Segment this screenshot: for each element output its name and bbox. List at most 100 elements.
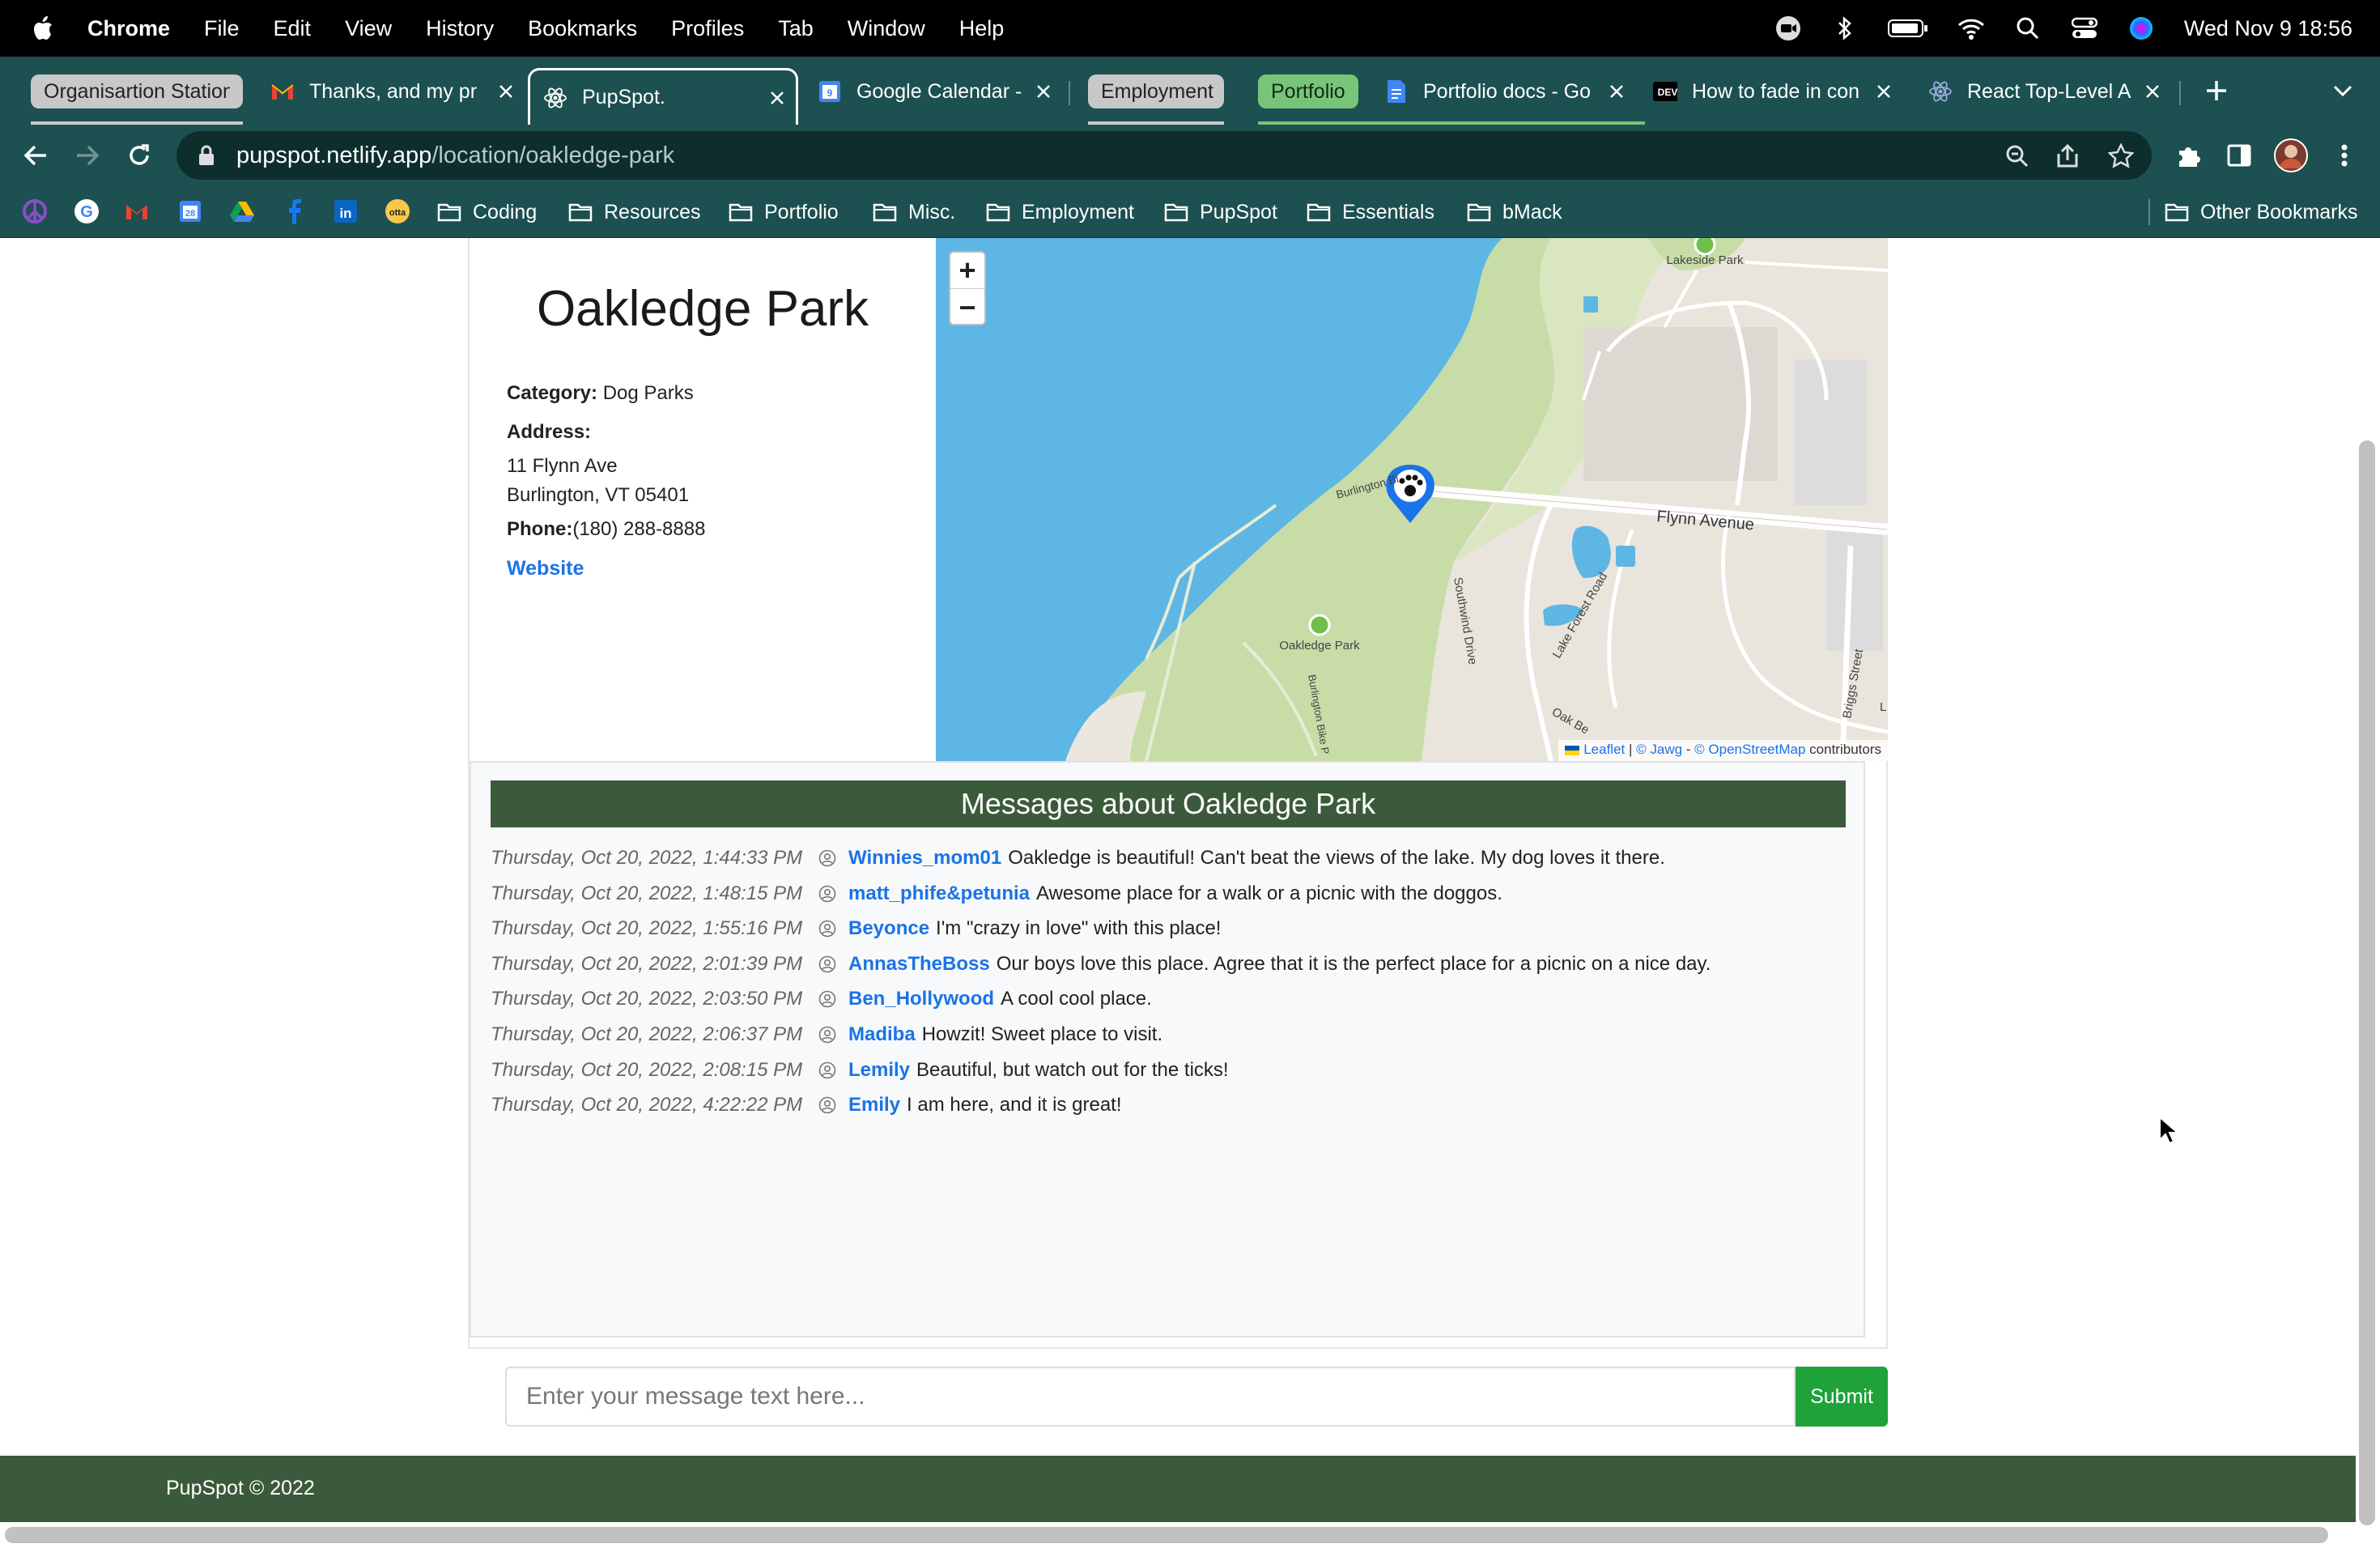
macos-menu-bar: Chrome File Edit View History Bookmarks … [0, 0, 2380, 57]
tab-group-employment[interactable]: Employment [1088, 74, 1224, 108]
forward-arrow-icon[interactable] [70, 138, 105, 173]
bookmark-folder-resources[interactable]: Resources [568, 194, 701, 230]
facebook-bookmark-icon[interactable] [280, 198, 308, 225]
menu-file[interactable]: File [204, 16, 240, 41]
menu-profiles[interactable]: Profiles [671, 16, 744, 41]
address-url[interactable]: pupspot.netlify.app/location/oakledge-pa… [236, 142, 674, 169]
control-center-icon[interactable] [2071, 15, 2098, 42]
message-username-link[interactable]: Ben_Hollywood [848, 988, 994, 1010]
share-icon[interactable] [2055, 143, 2080, 169]
message-input[interactable] [505, 1367, 1796, 1427]
message-username-link[interactable]: Emily [848, 1094, 900, 1116]
menu-help[interactable]: Help [959, 16, 1005, 41]
close-tab-icon[interactable] [1872, 79, 1896, 104]
chrome-menu-kebab-icon[interactable] [2327, 138, 2362, 173]
map-tiles[interactable]: Lakeside Park Flynn Avenue Burlington Bi… [936, 238, 1888, 761]
location-map[interactable]: Lakeside Park Flynn Avenue Burlington Bi… [936, 238, 1888, 761]
menu-history[interactable]: History [426, 16, 494, 41]
battery-icon[interactable] [1887, 15, 1928, 42]
bookmark-folder-essentials[interactable]: Essentials [1307, 194, 1434, 230]
tab-gmail[interactable]: Thanks, and my pr [257, 68, 525, 115]
close-tab-icon[interactable] [2140, 79, 2165, 104]
zoom-status-icon[interactable] [1774, 15, 1802, 42]
map-zoom-in-button[interactable]: + [950, 253, 984, 289]
google-calendar-bookmark-icon[interactable]: 28 [176, 198, 204, 225]
message-username-link[interactable]: matt_phife&petunia [848, 882, 1030, 905]
google-drive-bookmark-icon[interactable] [228, 198, 256, 225]
leaflet-link[interactable]: Leaflet [1583, 742, 1625, 757]
message-username-link[interactable]: Beyonce [848, 917, 929, 940]
back-arrow-icon[interactable] [18, 138, 53, 173]
linkedin-bookmark-icon[interactable]: in [332, 198, 359, 225]
menu-edit[interactable]: Edit [274, 16, 312, 41]
svg-text:DEV: DEV [1658, 87, 1677, 98]
wifi-icon[interactable] [1957, 15, 1985, 42]
svg-text:in: in [339, 206, 351, 221]
message-text: Beautiful, but watch out for the ticks! [916, 1058, 1229, 1081]
lock-icon[interactable] [194, 143, 219, 168]
tab-pupspot[interactable]: PupSpot. [528, 68, 798, 125]
siri-icon[interactable] [2127, 15, 2155, 42]
location-title: Oakledge Park [536, 281, 869, 337]
otta-bookmark-icon[interactable]: otta [384, 198, 411, 225]
spotlight-search-icon[interactable] [2014, 15, 2042, 42]
gmail-bookmark-icon[interactable] [123, 198, 151, 225]
openstreetmap-link[interactable]: © OpenStreetMap [1694, 742, 1805, 757]
bookmark-folder-pupspot[interactable]: PupSpot [1164, 194, 1277, 230]
message-username-link[interactable]: Lemily [848, 1059, 910, 1082]
bookmark-folder-portfolio[interactable]: Portfolio [729, 194, 839, 230]
phone-label: Phone: [507, 518, 573, 540]
horizontal-scrollbar[interactable] [5, 1527, 2328, 1543]
message-username-link[interactable]: Winnies_mom01 [848, 847, 1001, 870]
bookmark-folder-other[interactable]: Other Bookmarks [2165, 194, 2358, 230]
tab-title: Portfolio docs - Go [1423, 79, 1592, 103]
menu-bar-clock[interactable]: Wed Nov 9 18:56 [2184, 16, 2352, 41]
profile-avatar[interactable] [2273, 138, 2309, 173]
google-bookmark-icon[interactable]: G [73, 198, 100, 225]
bookmark-star-icon[interactable] [2108, 143, 2134, 169]
menu-window[interactable]: Window [848, 16, 925, 41]
bluetooth-icon[interactable] [1831, 15, 1859, 42]
oakledge-park-pin[interactable] [1308, 614, 1331, 636]
tab-google-calendar[interactable]: 9 Google Calendar - [805, 68, 1062, 115]
lakeside-park-pin[interactable] [1694, 238, 1716, 256]
category-label: Category: [507, 382, 598, 404]
tab-portfolio-docs[interactable]: Portfolio docs - Go [1371, 68, 1635, 115]
new-tab-plus-icon[interactable] [2199, 73, 2234, 108]
map-zoom-out-button[interactable]: − [950, 289, 984, 325]
menu-bookmarks[interactable]: Bookmarks [528, 16, 637, 41]
message-row: Thursday, Oct 20, 2022, 4:22:22 PM Emily I… [491, 1089, 1122, 1121]
side-panel-icon[interactable] [2221, 138, 2257, 173]
tab-title: Google Calendar - [856, 79, 1022, 103]
tab-group-organisation[interactable]: Organisartion Station [31, 74, 243, 108]
close-tab-icon[interactable] [1604, 79, 1629, 104]
submit-button[interactable]: Submit [1796, 1367, 1888, 1427]
vertical-scrollbar[interactable] [2359, 440, 2375, 1525]
bookmark-folder-employment[interactable]: Employment [986, 194, 1134, 230]
bookmark-folder-bmack[interactable]: bMack [1467, 194, 1562, 230]
url-host: pupspot.netlify.app [236, 142, 432, 168]
apple-menu-icon[interactable] [31, 15, 53, 41]
close-tab-icon[interactable] [765, 86, 789, 110]
reload-icon[interactable] [121, 138, 157, 173]
message-username-link[interactable]: AnnasTheBoss [848, 953, 990, 976]
address-bar[interactable]: pupspot.netlify.app/location/oakledge-pa… [176, 131, 2152, 180]
menu-tab[interactable]: Tab [778, 16, 814, 41]
extensions-puzzle-icon[interactable] [2171, 138, 2207, 173]
zoom-magnifier-icon[interactable] [2004, 143, 2030, 169]
tab-group-portfolio[interactable]: Portfolio [1258, 74, 1358, 108]
jawg-link[interactable]: © Jawg [1636, 742, 1682, 757]
bookmark-folder-coding[interactable]: Coding [437, 194, 537, 230]
tab-dev-to[interactable]: DEV How to fade in con [1640, 68, 1902, 115]
close-tab-icon[interactable] [1031, 79, 1056, 104]
close-tab-icon[interactable] [494, 79, 518, 104]
tab-search-chevron-down-icon[interactable] [2325, 73, 2361, 108]
website-link[interactable]: Website [507, 557, 584, 580]
bookmark-folder-misc[interactable]: Misc. [873, 194, 955, 230]
folder-icon [1307, 203, 1331, 222]
tab-react-docs[interactable]: React Top-Level A [1915, 68, 2171, 115]
message-username-link[interactable]: Madiba [848, 1023, 916, 1046]
menu-app-name[interactable]: Chrome [87, 16, 170, 41]
menu-view[interactable]: View [345, 16, 392, 41]
peace-sign-bookmark-icon[interactable] [21, 198, 49, 225]
